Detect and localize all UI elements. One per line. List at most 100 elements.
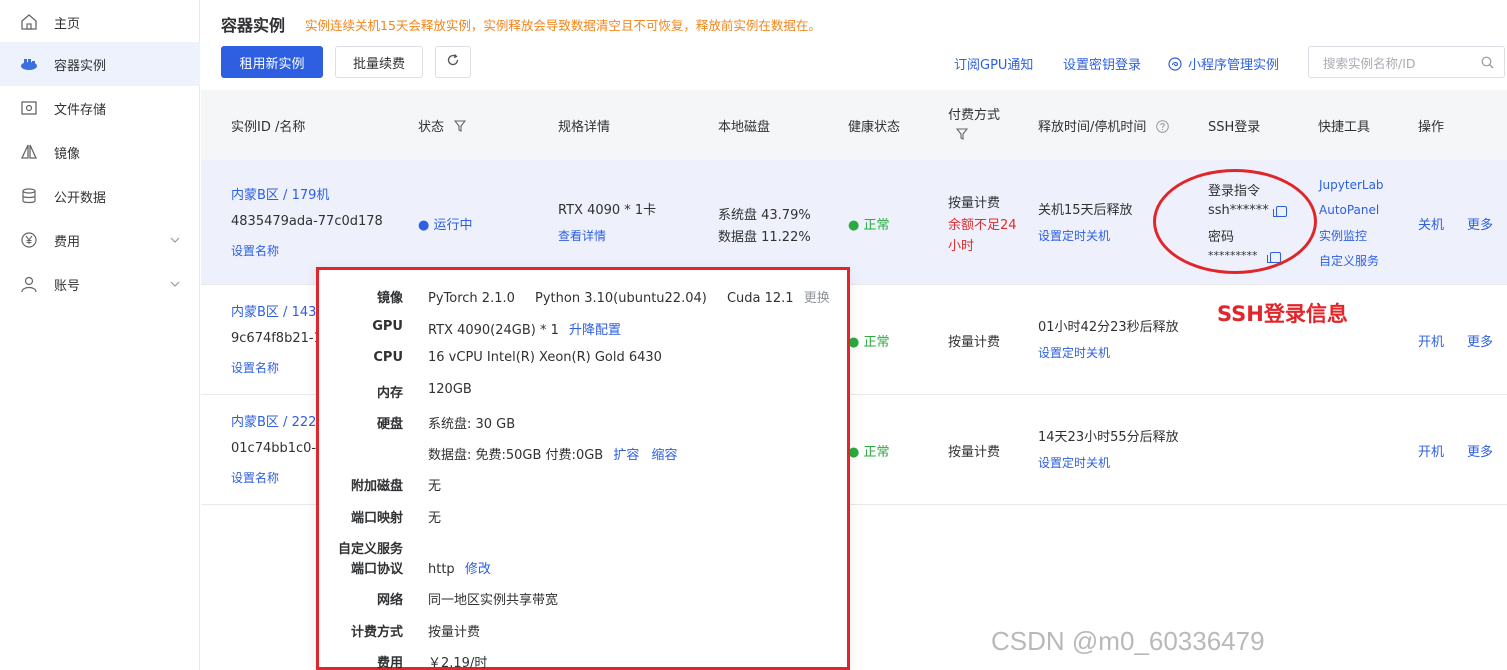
autopanel-link[interactable]: AutoPanel xyxy=(1319,203,1379,217)
view-details-link[interactable]: 查看详情 xyxy=(558,227,606,244)
page-title: 容器实例 xyxy=(221,16,286,35)
table-header: 实例ID /名称 状态 规格详情 本地磁盘 健康状态 付费方式 释放时间/停机时… xyxy=(201,90,1507,160)
more-button[interactable]: 更多 xyxy=(1467,214,1493,233)
popup-gpu-label: GPU xyxy=(372,319,403,334)
health-status: ● 正常 xyxy=(848,214,890,233)
filter-icon[interactable] xyxy=(454,120,467,136)
popup-port-proto-value: http 修改 xyxy=(428,558,491,577)
shrink-disk-link[interactable]: 缩容 xyxy=(652,448,678,463)
sidebar-item-account[interactable]: 账号 xyxy=(0,262,200,306)
batch-renew-button[interactable]: 批量续费 xyxy=(335,46,423,78)
subscribe-gpu-link[interactable]: 订阅GPU通知 xyxy=(954,54,1033,73)
expand-disk-link[interactable]: 扩容 xyxy=(613,448,639,463)
popup-disk-system: 系统盘: 30 GB xyxy=(428,417,516,432)
col-header-status-label: 状态 xyxy=(418,120,445,135)
col-header-ssh: SSH登录 xyxy=(1208,120,1261,135)
health-status: ● 正常 xyxy=(848,441,890,460)
change-image-link[interactable]: 更换 xyxy=(804,291,830,306)
set-name-link[interactable]: 设置名称 xyxy=(231,242,279,259)
billing-mode: 按量计费 xyxy=(948,335,1001,350)
col-header-disk: 本地磁盘 xyxy=(718,120,771,135)
popup-billing-label: 计费方式 xyxy=(350,625,403,640)
schedule-shutdown-link[interactable]: 设置定时关机 xyxy=(1038,227,1110,244)
refresh-button[interactable] xyxy=(435,46,471,78)
popup-network-label: 网络 xyxy=(376,593,403,608)
col-header-spec: 规格详情 xyxy=(558,120,611,135)
sidebar-item-mirror[interactable]: 镜像 xyxy=(0,130,200,174)
more-button[interactable]: 更多 xyxy=(1467,331,1493,350)
sidebar-item-billing[interactable]: 费用 xyxy=(0,218,200,262)
sidebar-item-containers[interactable]: 容器实例 xyxy=(0,42,200,86)
port-proto-value: http xyxy=(428,562,455,577)
jupyterlab-link[interactable]: JupyterLab xyxy=(1319,178,1384,192)
col-header-ops: 操作 xyxy=(1418,120,1445,135)
shutdown-button[interactable]: 关机 xyxy=(1418,214,1444,233)
sidebar-item-label: 公开数据 xyxy=(54,190,107,206)
sidebar-item-label: 镜像 xyxy=(54,146,81,162)
ssh-annotation-circle xyxy=(1153,169,1317,274)
status-running: ● 运行中 xyxy=(418,214,473,233)
change-config-link[interactable]: 升降配置 xyxy=(569,323,621,338)
watermark: CSDN @m0_60336479 xyxy=(991,626,1265,656)
power-on-button[interactable]: 开机 xyxy=(1418,331,1444,350)
sidebar-item-home[interactable]: 主页 xyxy=(0,0,200,44)
rent-new-instance-button[interactable]: 租用新实例 xyxy=(221,46,323,78)
instance-monitor-link[interactable]: 实例监控 xyxy=(1319,227,1367,244)
sidebar-item-label: 费用 xyxy=(54,234,81,250)
popup-port-proto-label: 端口协议 xyxy=(350,562,403,577)
popup-image-label: 镜像 xyxy=(376,291,403,306)
miniapp-icon xyxy=(1168,57,1182,75)
popup-fee-label: 费用 xyxy=(376,656,403,670)
set-name-link[interactable]: 设置名称 xyxy=(231,359,279,376)
search-placeholder: 搜索实例名称/ID xyxy=(1323,55,1416,71)
sidebar-item-label: 主页 xyxy=(54,16,81,32)
user-icon xyxy=(20,275,38,293)
storage-icon xyxy=(20,99,38,117)
container-icon xyxy=(20,55,38,73)
custom-service-link[interactable]: 自定义服务 xyxy=(1319,252,1379,269)
schedule-shutdown-link[interactable]: 设置定时关机 xyxy=(1038,344,1110,361)
spec-gpu: RTX 4090 * 1卡 xyxy=(558,203,657,218)
home-icon xyxy=(20,13,38,31)
health-label: 正常 xyxy=(863,335,890,350)
instance-region-link[interactable]: 内蒙B区 / 143 xyxy=(231,301,316,320)
popup-gpu-value: RTX 4090(24GB) * 1 升降配置 xyxy=(428,319,621,338)
sidebar-item-file-storage[interactable]: 文件存储 xyxy=(0,86,200,130)
col-header-status: 状态 xyxy=(418,116,467,136)
health-label: 正常 xyxy=(863,445,890,460)
health-label: 正常 xyxy=(863,218,890,233)
more-button[interactable]: 更多 xyxy=(1467,441,1493,460)
popup-disk-label: 硬盘 xyxy=(376,417,403,432)
search-input[interactable]: 搜索实例名称/ID xyxy=(1308,46,1505,78)
schedule-shutdown-link[interactable]: 设置定时关机 xyxy=(1038,454,1110,471)
col-header-billing: 付费方式 xyxy=(948,108,1001,123)
chevron-down-icon xyxy=(170,278,180,293)
sidebar-item-label: 账号 xyxy=(54,278,81,294)
col-header-id: 实例ID /名称 xyxy=(231,120,306,135)
disk-data-value: 数据盘: 免费:50GB 付费:0GB xyxy=(428,448,604,463)
miniapp-manage-link[interactable]: 小程序管理实例 xyxy=(1168,54,1279,75)
release-time: 关机15天后释放 xyxy=(1038,203,1133,218)
popup-cpu-label: CPU xyxy=(373,350,403,365)
instance-region-link[interactable]: 内蒙B区 / 222 xyxy=(231,411,316,430)
filter-icon[interactable] xyxy=(955,128,969,144)
edit-port-proto-link[interactable]: 修改 xyxy=(465,562,491,577)
chevron-down-icon xyxy=(170,234,180,249)
gpu-value: RTX 4090(24GB) * 1 xyxy=(428,323,559,338)
help-icon[interactable] xyxy=(1155,120,1169,137)
popup-disk-data: 数据盘: 免费:50GB 付费:0GB 扩容 缩容 xyxy=(428,444,678,463)
miniapp-manage-label: 小程序管理实例 xyxy=(1188,58,1280,73)
key-login-link[interactable]: 设置密钥登录 xyxy=(1063,54,1141,73)
popup-image-value: PyTorch 2.1.0 Python 3.10(ubuntu22.04) C… xyxy=(428,287,830,306)
col-header-release: 释放时间/停机时间 xyxy=(1038,116,1169,137)
database-icon xyxy=(20,187,38,205)
instance-region-link[interactable]: 内蒙B区 / 179机 xyxy=(231,184,329,203)
popup-extra-disk-value: 无 xyxy=(428,479,442,494)
set-name-link[interactable]: 设置名称 xyxy=(231,469,279,486)
power-on-button[interactable]: 开机 xyxy=(1418,441,1444,460)
col-header-release-label: 释放时间/停机时间 xyxy=(1038,120,1147,135)
system-disk-usage: 系统盘 43.79% xyxy=(718,208,811,223)
sidebar-item-public-data[interactable]: 公开数据 xyxy=(0,174,200,218)
refresh-icon xyxy=(446,53,460,71)
popup-network-value: 同一地区实例共享带宽 xyxy=(428,593,559,608)
